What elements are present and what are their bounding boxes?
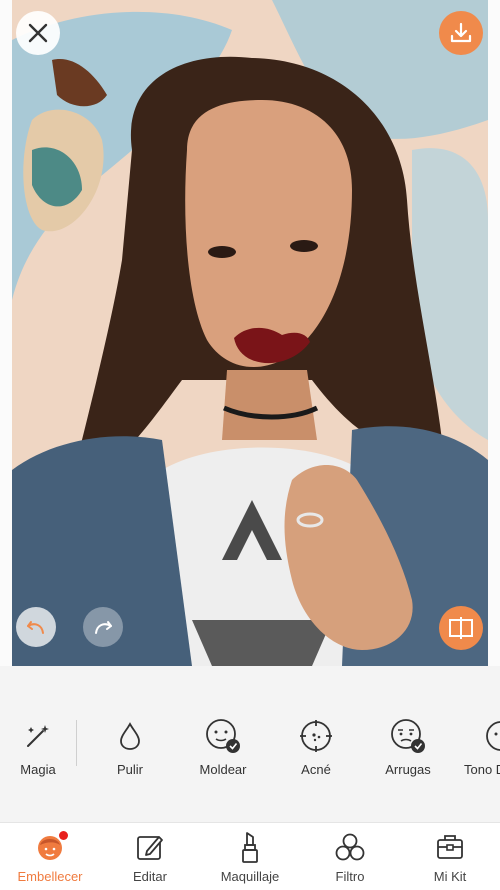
magic-wand-icon xyxy=(0,716,78,756)
tool-label: Acné xyxy=(301,762,331,777)
tool-divider xyxy=(76,720,77,766)
tab-embellecer[interactable]: Embellecer xyxy=(0,829,100,884)
photo-canvas-area xyxy=(0,0,500,666)
tab-mi-kit[interactable]: Mi Kit xyxy=(400,829,500,884)
tab-maquillaje[interactable]: Maquillaje xyxy=(200,829,300,884)
bottom-tab-bar[interactable]: Embellecer Editar Maquillaje Filtro Mi K… xyxy=(0,822,500,890)
tab-editar[interactable]: Editar xyxy=(100,829,200,884)
lipstick-icon xyxy=(200,829,300,865)
redo-icon xyxy=(95,621,112,634)
beautify-tools-strip[interactable]: Magia Pulir Moldear Acné Arrugas Tono xyxy=(0,666,500,822)
compare-button[interactable] xyxy=(439,606,483,650)
tab-label: Mi Kit xyxy=(433,869,467,884)
edit-pencil-icon xyxy=(100,829,200,865)
compare-icon xyxy=(449,617,473,639)
edited-photo[interactable] xyxy=(12,0,488,666)
tool-magia[interactable]: Magia xyxy=(0,716,78,777)
beautify-face-icon xyxy=(0,829,100,865)
tab-label: Filtro xyxy=(335,869,365,884)
tab-label: Editar xyxy=(133,869,167,884)
notification-badge xyxy=(59,831,68,840)
skin-tone-icon xyxy=(458,716,500,756)
tab-label: Embellecer xyxy=(17,869,83,884)
reshape-face-icon xyxy=(183,716,263,756)
tool-label: Moldear xyxy=(199,762,247,777)
tool-arrugas[interactable]: Arrugas xyxy=(368,716,448,777)
tool-tono[interactable]: Tono D xyxy=(458,716,500,777)
filter-circles-icon xyxy=(300,829,400,865)
undo-button[interactable] xyxy=(16,607,56,647)
tool-pulir[interactable]: Pulir xyxy=(90,716,170,777)
tool-acne[interactable]: Acné xyxy=(276,716,356,777)
drop-icon xyxy=(90,716,170,756)
tab-label: Maquillaje xyxy=(220,869,280,884)
wrinkles-face-icon xyxy=(368,716,448,756)
tool-label: Tono D xyxy=(464,762,500,777)
tool-label: Pulir xyxy=(116,762,143,777)
redo-button[interactable] xyxy=(83,607,123,647)
kit-bag-icon xyxy=(400,829,500,865)
tool-label: Arrugas xyxy=(385,762,431,777)
tab-filtro[interactable]: Filtro xyxy=(300,829,400,884)
undo-icon xyxy=(27,621,44,634)
acne-target-icon xyxy=(276,716,356,756)
tool-moldear[interactable]: Moldear xyxy=(183,716,263,777)
tool-label: Magia xyxy=(20,762,56,777)
close-button[interactable] xyxy=(16,11,60,55)
close-icon xyxy=(28,23,48,43)
download-button[interactable] xyxy=(439,11,483,55)
download-icon xyxy=(450,22,472,43)
